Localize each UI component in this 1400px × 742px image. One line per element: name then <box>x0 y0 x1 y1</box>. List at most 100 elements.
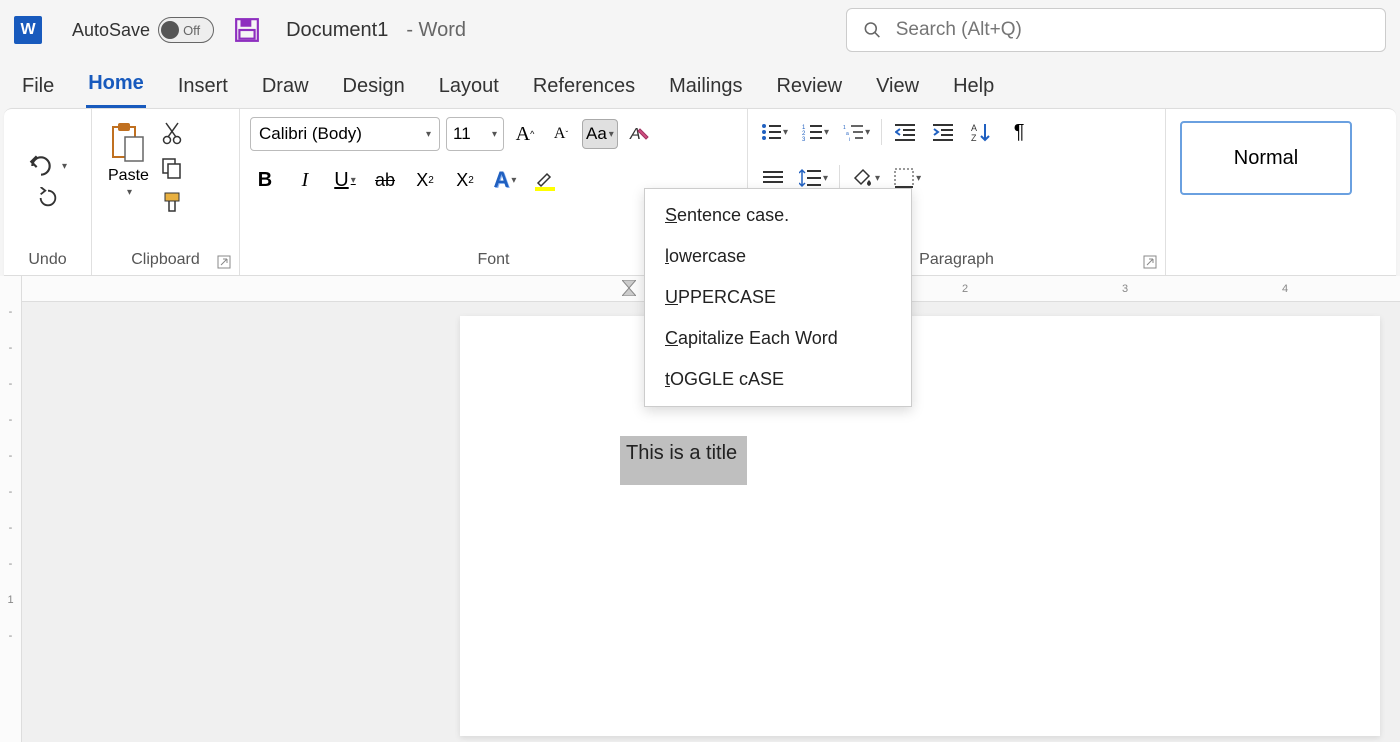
tab-home[interactable]: Home <box>86 66 146 108</box>
format-painter-icon[interactable] <box>161 191 183 213</box>
font-name-select[interactable]: Calibri (Body) ▾ <box>250 117 440 151</box>
paste-dropdown-icon[interactable]: ▾ <box>127 187 132 198</box>
word-app-icon: W <box>14 16 42 44</box>
indent-marker-icon[interactable] <box>622 280 636 296</box>
save-icon[interactable] <box>234 17 260 43</box>
repeat-icon[interactable] <box>37 187 59 209</box>
vertical-ruler[interactable]: - - - - - - - - 1 - <box>0 276 22 742</box>
clear-format-icon: A <box>628 123 650 145</box>
document-name: Document1 <box>286 19 388 42</box>
tab-view[interactable]: View <box>874 69 921 108</box>
numbering-icon: 123 <box>802 123 822 141</box>
chevron-down-icon[interactable]: ▾ <box>783 127 788 138</box>
decrease-indent-button[interactable] <box>890 117 920 147</box>
outdent-icon <box>895 123 915 141</box>
change-case-button[interactable]: Aa ▾ <box>582 119 618 149</box>
search-bar[interactable] <box>846 8 1386 52</box>
chevron-down-icon[interactable]: ▾ <box>351 175 356 186</box>
strikethrough-button[interactable]: ab <box>370 165 400 195</box>
autosave-control[interactable]: AutoSave Off <box>72 17 214 43</box>
group-undo: ▾ Undo <box>4 109 92 275</box>
multilevel-icon: 1ai <box>843 123 863 141</box>
borders-icon <box>894 168 914 188</box>
tab-help[interactable]: Help <box>951 69 996 108</box>
font-name-value: Calibri (Body) <box>259 124 362 144</box>
chevron-down-icon[interactable]: ▾ <box>865 127 870 138</box>
paint-bucket-icon <box>851 168 873 188</box>
chevron-down-icon[interactable]: ▾ <box>511 175 516 186</box>
bullets-button[interactable]: ▾ <box>758 117 791 147</box>
app-suffix: - Word <box>406 19 466 42</box>
autosave-state: Off <box>183 23 200 38</box>
font-size-select[interactable]: 11 ▾ <box>446 117 504 151</box>
chevron-down-icon[interactable]: ▾ <box>875 173 880 184</box>
selected-text[interactable]: This is a title <box>620 436 747 485</box>
chevron-down-icon: ▾ <box>609 129 614 140</box>
cut-icon[interactable] <box>162 121 182 145</box>
tab-review[interactable]: Review <box>774 69 844 108</box>
chevron-down-icon: ▾ <box>492 129 497 140</box>
highlight-icon <box>535 169 555 191</box>
grow-font-button[interactable]: A^ <box>510 119 540 149</box>
group-label-undo: Undo <box>14 247 81 271</box>
toggle-knob <box>161 21 179 39</box>
tab-layout[interactable]: Layout <box>437 69 501 108</box>
svg-text:A: A <box>629 126 641 143</box>
menu-capitalize-each-word[interactable]: Capitalize Each Word <box>645 318 911 359</box>
autosave-label: AutoSave <box>72 20 150 41</box>
group-styles: Normal <box>1166 109 1396 275</box>
title-bar: W AutoSave Off Document1 - Word <box>0 0 1400 60</box>
increase-indent-button[interactable] <box>928 117 958 147</box>
paste-button[interactable]: Paste ▾ <box>102 117 155 202</box>
tab-insert[interactable]: Insert <box>176 69 230 108</box>
change-case-glyph: Aa <box>586 124 607 144</box>
italic-button[interactable]: I <box>290 165 320 195</box>
tab-file[interactable]: File <box>20 69 56 108</box>
paste-label: Paste <box>108 167 149 185</box>
underline-button[interactable]: U▾ <box>330 165 360 195</box>
multilevel-list-button[interactable]: 1ai▾ <box>840 117 873 147</box>
bold-button[interactable]: B <box>250 165 280 195</box>
ribbon-tabs: File Home Insert Draw Design Layout Refe… <box>0 60 1400 108</box>
highlight-color-button[interactable] <box>530 165 560 195</box>
tab-design[interactable]: Design <box>341 69 407 108</box>
tab-draw[interactable]: Draw <box>260 69 311 108</box>
svg-text:3: 3 <box>802 137 806 141</box>
group-clipboard: Paste ▾ Clipboard <box>92 109 240 275</box>
menu-uppercase[interactable]: UPPERCASE <box>645 277 911 318</box>
text-effects-button[interactable]: A ▾ <box>490 165 520 195</box>
style-normal[interactable]: Normal <box>1180 121 1352 195</box>
chevron-down-icon[interactable]: ▾ <box>824 127 829 138</box>
clipboard-launcher-icon[interactable] <box>217 255 231 269</box>
sort-icon: AZ <box>971 122 991 142</box>
document-page[interactable]: This is a title <box>460 316 1380 736</box>
undo-icon[interactable] <box>28 155 54 177</box>
shrink-font-button[interactable]: Aˇ <box>546 119 576 149</box>
search-input[interactable] <box>896 19 1369 41</box>
tab-references[interactable]: References <box>531 69 637 108</box>
font-size-value: 11 <box>453 124 471 144</box>
svg-text:i: i <box>849 137 850 141</box>
paste-icon <box>109 121 147 165</box>
copy-icon[interactable] <box>161 157 183 179</box>
menu-sentence-case[interactable]: Sentence case. <box>645 195 911 236</box>
justify-icon <box>763 170 783 186</box>
superscript-button[interactable]: X2 <box>450 165 480 195</box>
sort-button[interactable]: AZ <box>966 117 996 147</box>
paragraph-launcher-icon[interactable] <box>1143 255 1157 269</box>
undo-dropdown-icon[interactable]: ▾ <box>62 161 67 172</box>
show-marks-button[interactable]: ¶ <box>1004 117 1034 147</box>
menu-toggle-case[interactable]: tOGGLE cASE <box>645 359 911 400</box>
autosave-toggle[interactable]: Off <box>158 17 214 43</box>
group-label-clipboard: Clipboard <box>102 247 229 271</box>
menu-lowercase[interactable]: lowercase <box>645 236 911 277</box>
search-icon <box>863 20 882 40</box>
chevron-down-icon[interactable]: ▾ <box>823 173 828 184</box>
chevron-down-icon: ▾ <box>426 129 431 140</box>
tab-mailings[interactable]: Mailings <box>667 69 744 108</box>
change-case-menu: Sentence case. lowercase UPPERCASE Capit… <box>644 188 912 407</box>
clear-formatting-button[interactable]: A <box>624 119 654 149</box>
subscript-button[interactable]: X2 <box>410 165 440 195</box>
chevron-down-icon[interactable]: ▾ <box>916 173 921 184</box>
numbering-button[interactable]: 123▾ <box>799 117 832 147</box>
